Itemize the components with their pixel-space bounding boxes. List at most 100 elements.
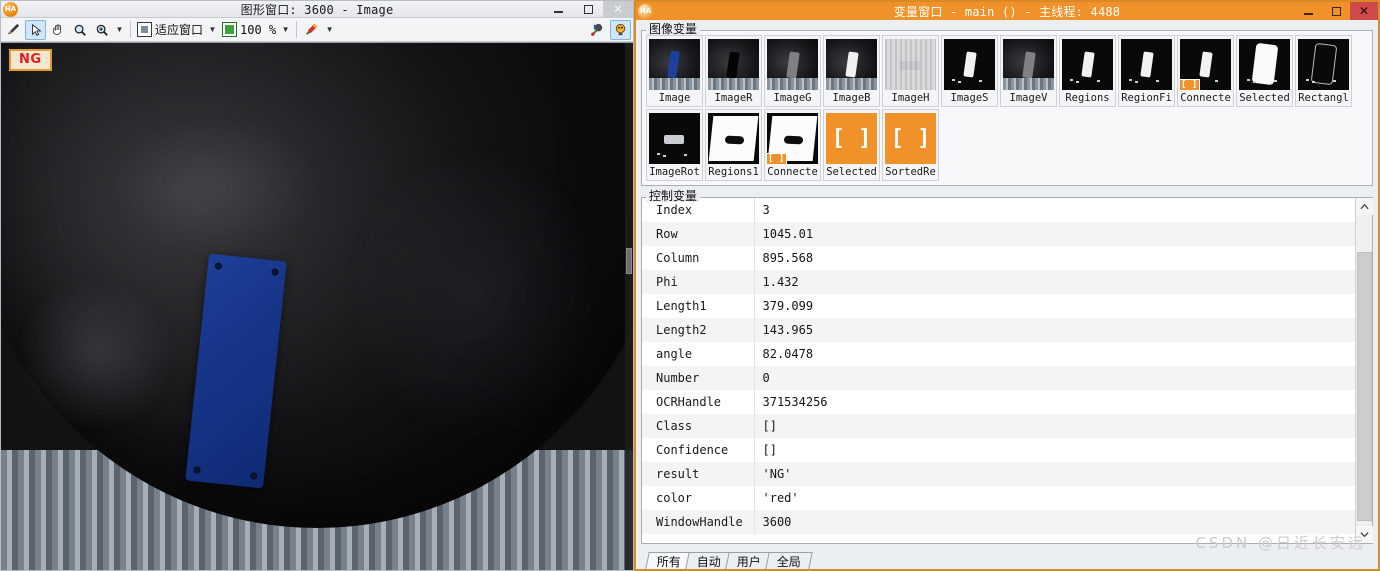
control-variable-row[interactable]: Row 1045.01 [642,222,1355,246]
variable-value-cell: 371534256 [753,390,1355,414]
image-variable-thumbnail [885,39,936,90]
image-variable-item[interactable]: ImageRot [646,109,703,181]
image-variable-thumbnail: [ ] [826,113,877,164]
control-variable-row[interactable]: angle 82.0478 [642,342,1355,366]
noise-speck [979,80,982,82]
image-variable-item[interactable]: Image [646,35,703,107]
control-variable-row[interactable]: Column 895.568 [642,246,1355,270]
variable-value-cell: 0 [753,366,1355,390]
measure-tool-icon[interactable] [587,20,608,40]
variable-name-cell: color [642,486,754,510]
plate-hole [193,466,201,474]
minimize-button[interactable] [1294,2,1322,20]
control-variable-row[interactable]: Phi 1.432 [642,270,1355,294]
control-variable-row[interactable]: color'red' [642,486,1355,510]
image-variable-item[interactable]: ImageB [823,35,880,107]
draw-tool-icon[interactable] [3,20,24,40]
fit-window-dropdown-icon[interactable]: ▼ [206,20,219,40]
image-variables-legend: 图像变量 [646,23,701,35]
control-variable-row[interactable]: Number 0 [642,366,1355,390]
control-variable-row[interactable]: Confidence[] [642,438,1355,462]
control-variable-row[interactable]: Index 3 [642,198,1355,222]
variable-name-cell: OCRHandle [642,390,754,414]
variable-value-cell: 1.432 [753,270,1355,294]
noise-speck [663,155,666,157]
image-variable-item[interactable]: ImageV [1000,35,1057,107]
image-variable-item[interactable]: Regions1 [705,109,762,181]
control-variable-row[interactable]: WindowHandle 3600 [642,510,1355,534]
image-canvas[interactable]: NG [1,42,633,570]
image-variable-item[interactable]: [ ] Connecte [1177,35,1234,107]
image-variable-item[interactable]: Regions [1059,35,1116,107]
toolbar-right-group [587,19,631,40]
region-hole [724,135,745,145]
image-variable-thumbnail: [ ] [885,113,936,164]
control-variable-row[interactable]: Length1 379.099 [642,294,1355,318]
image-variable-thumbnail: [ ] [767,113,818,164]
zoom-in-icon[interactable] [91,20,112,40]
zoom-level-dropdown-icon[interactable]: ▼ [279,20,292,40]
image-variable-item[interactable]: Rectangl [1295,35,1352,107]
screenshot-root: HA 图形窗口: 3600 - Image ✕ ▼ 适应窗口 ▼ 100 % ▼… [0,0,1380,571]
noise-speck [657,153,660,155]
surface-smudge [13,274,178,433]
variable-value-cell: 'NG' [753,462,1355,486]
image-variable-item[interactable]: ImageR [705,35,762,107]
image-variable-item[interactable]: [ ] Connecte [764,109,821,181]
scope-tab-全局[interactable]: 全局 [765,552,813,569]
paint-color-dropdown-icon[interactable]: ▼ [323,20,336,40]
inspect-tool-icon[interactable] [610,19,631,40]
control-variable-row[interactable]: OCRHandle 371534256 [642,390,1355,414]
noise-speck [1129,79,1132,81]
zoom-dropdown-icon[interactable]: ▼ [113,20,126,40]
variable-name-cell: result [642,462,754,486]
image-variables-group: 图像变量 Image ImageR ImageG ImageB ImageH ImageS… [641,23,1373,186]
canvas-vertical-scrollbar[interactable] [625,43,633,570]
variable-value-cell: 3600 [753,510,1355,534]
tuple-glyph: [ ] [890,126,931,151]
variable-window-body: 图像变量 Image ImageR ImageG ImageB ImageH ImageS… [636,20,1378,569]
variable-name-cell: angle [642,342,754,366]
image-variable-label: ImageV [1009,92,1048,104]
scrollbar-thumb[interactable] [1357,252,1372,521]
variable-name-cell: Length2 [642,318,754,342]
noise-speck [1070,79,1073,81]
image-variable-item[interactable]: ImageS [941,35,998,107]
paint-color-icon[interactable] [301,20,322,40]
image-variable-item[interactable]: RegionFi [1118,35,1175,107]
scroll-up-icon[interactable] [1356,198,1373,215]
halcon-icon: HA [638,3,653,19]
maximize-button[interactable] [573,1,603,18]
image-variable-item[interactable]: ImageH [882,35,939,107]
region-blob [726,51,740,79]
image-variable-item[interactable]: ImageG [764,35,821,107]
maximize-button[interactable] [1322,2,1350,20]
variable-window-buttons: ✕ [1294,2,1378,20]
image-variable-item[interactable]: Selected [1236,35,1293,107]
image-variable-item[interactable]: [ ] SortedRe [882,109,939,181]
control-variables-scrollbar[interactable] [1355,198,1373,543]
noise-speck [1097,80,1100,82]
image-variable-thumbnail [1062,39,1113,90]
graphics-window-buttons: ✕ [543,0,633,18]
fit-window-combo[interactable]: 适应窗口 [135,21,205,38]
arrow-select-icon[interactable] [25,19,46,40]
canvas-scrollbar-thumb[interactable] [626,248,632,274]
image-variable-item[interactable]: [ ] Selected [823,109,880,181]
control-variables-scrollport: Index 3 Row 1045.01 Column 895.568 Phi 1.432 Len… [642,198,1355,543]
plate-hole [271,268,279,276]
zoom-level-combo[interactable]: 100 % [220,22,278,37]
control-variable-row[interactable]: result 'NG' [642,462,1355,486]
close-button[interactable]: ✕ [603,0,633,18]
zoom-level-icon [222,22,238,37]
close-button[interactable]: ✕ [1350,2,1378,20]
magnifier-icon[interactable] [69,20,90,40]
toolbar-separator-2 [296,21,298,38]
control-variable-row[interactable]: Class[] [642,414,1355,438]
control-variable-row[interactable]: Length2 143.965 [642,318,1355,342]
pan-hand-icon[interactable] [47,20,68,40]
minimize-button[interactable] [543,1,573,18]
scroll-down-icon[interactable] [1356,526,1373,543]
region-blob [963,51,977,78]
graphics-window: HA 图形窗口: 3600 - Image ✕ ▼ 适应窗口 ▼ 100 % ▼… [0,0,634,571]
